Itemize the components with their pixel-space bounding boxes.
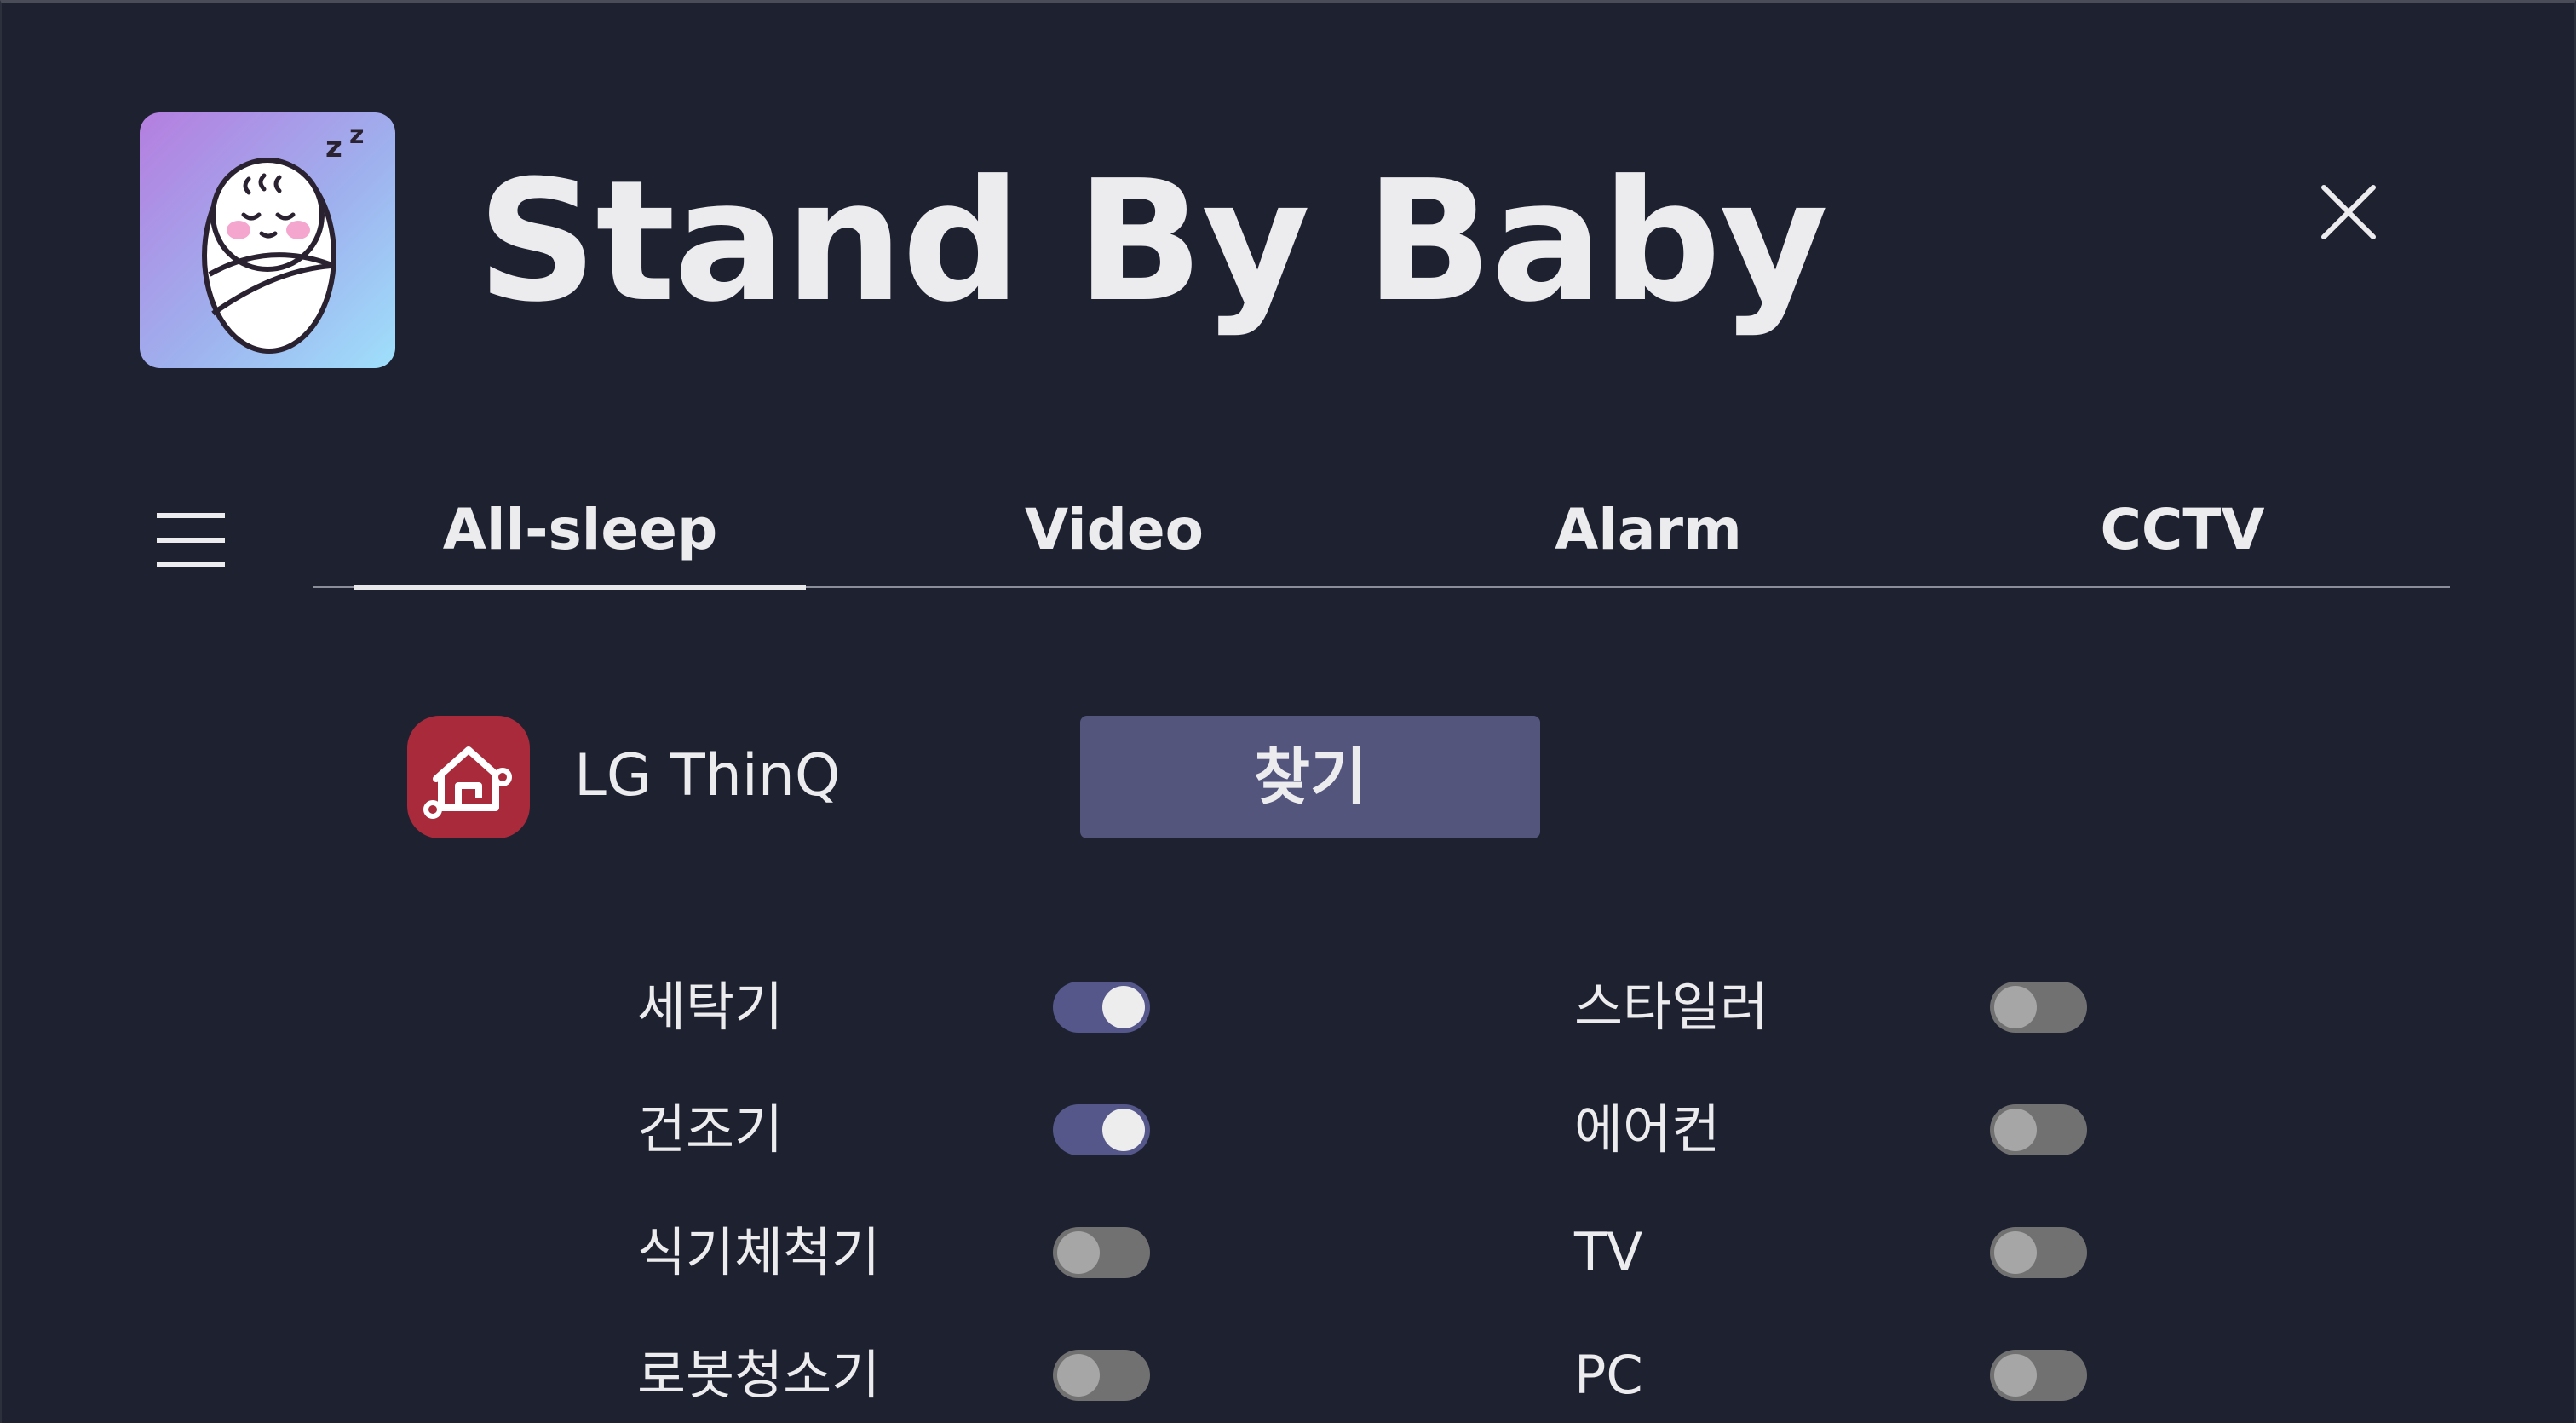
device-row-styler: 스타일러	[1574, 965, 2087, 1050]
app-title: Stand By Baby	[477, 145, 1828, 339]
lg-thinq-home-icon	[407, 716, 530, 838]
dishwasher-toggle[interactable]	[1053, 1227, 1150, 1278]
tab-alarm[interactable]: Alarm	[1382, 481, 1915, 586]
svg-text:z: z	[325, 130, 342, 164]
device-label: TV	[1574, 1221, 1643, 1283]
device-label: 스타일러	[1574, 976, 1769, 1038]
device-row-air-conditioner: 에어컨	[1574, 1087, 2087, 1172]
device-row-washer: 세탁기	[637, 965, 1150, 1050]
sleeping-baby-icon: z z	[140, 112, 395, 368]
toggle-knob	[1994, 986, 2037, 1028]
device-label: 건조기	[637, 1098, 784, 1161]
air-conditioner-toggle[interactable]	[1990, 1104, 2087, 1155]
device-label: 에어컨	[1574, 1098, 1721, 1161]
toggle-knob	[1102, 1109, 1145, 1151]
device-label: 식기체척기	[637, 1221, 881, 1283]
device-row-tv: TV	[1574, 1210, 2087, 1295]
device-row-dishwasher: 식기체척기	[637, 1210, 1150, 1295]
toggle-knob	[1102, 986, 1145, 1028]
styler-toggle[interactable]	[1990, 982, 2087, 1033]
device-label: PC	[1574, 1344, 1643, 1406]
device-row-robot-cleaner: 로봇청소기	[637, 1333, 1150, 1418]
tab-all-sleep[interactable]: All-sleep	[313, 481, 847, 590]
find-button[interactable]: 찾기	[1080, 716, 1540, 838]
washer-toggle[interactable]	[1053, 982, 1150, 1033]
pc-toggle[interactable]	[1990, 1350, 2087, 1401]
hamburger-menu-icon	[157, 513, 225, 567]
thinq-label: LG ThinQ	[574, 742, 841, 809]
device-row-dryer: 건조기	[637, 1087, 1150, 1172]
toggle-knob	[1057, 1231, 1100, 1274]
dryer-toggle[interactable]	[1053, 1104, 1150, 1155]
tv-toggle[interactable]	[1990, 1227, 2087, 1278]
app-window: z z Stand By Baby All-sleep Video Alarm …	[0, 0, 2576, 1423]
toggle-knob	[1994, 1231, 2037, 1274]
device-label: 로봇청소기	[637, 1344, 881, 1406]
robot-cleaner-toggle[interactable]	[1053, 1350, 1150, 1401]
device-label: 세탁기	[637, 976, 784, 1038]
close-icon	[2321, 185, 2376, 239]
toggle-knob	[1057, 1354, 1100, 1397]
toggle-knob	[1994, 1109, 2037, 1151]
tab-bar: All-sleep Video Alarm CCTV	[313, 481, 2450, 590]
svg-text:z: z	[349, 120, 364, 150]
toggle-knob	[1994, 1354, 2037, 1397]
hamburger-menu-button[interactable]	[155, 510, 227, 571]
close-button[interactable]	[2310, 174, 2387, 251]
tab-cctv[interactable]: CCTV	[1916, 481, 2449, 586]
tab-video[interactable]: Video	[848, 481, 1381, 586]
device-row-pc: PC	[1574, 1333, 2087, 1418]
